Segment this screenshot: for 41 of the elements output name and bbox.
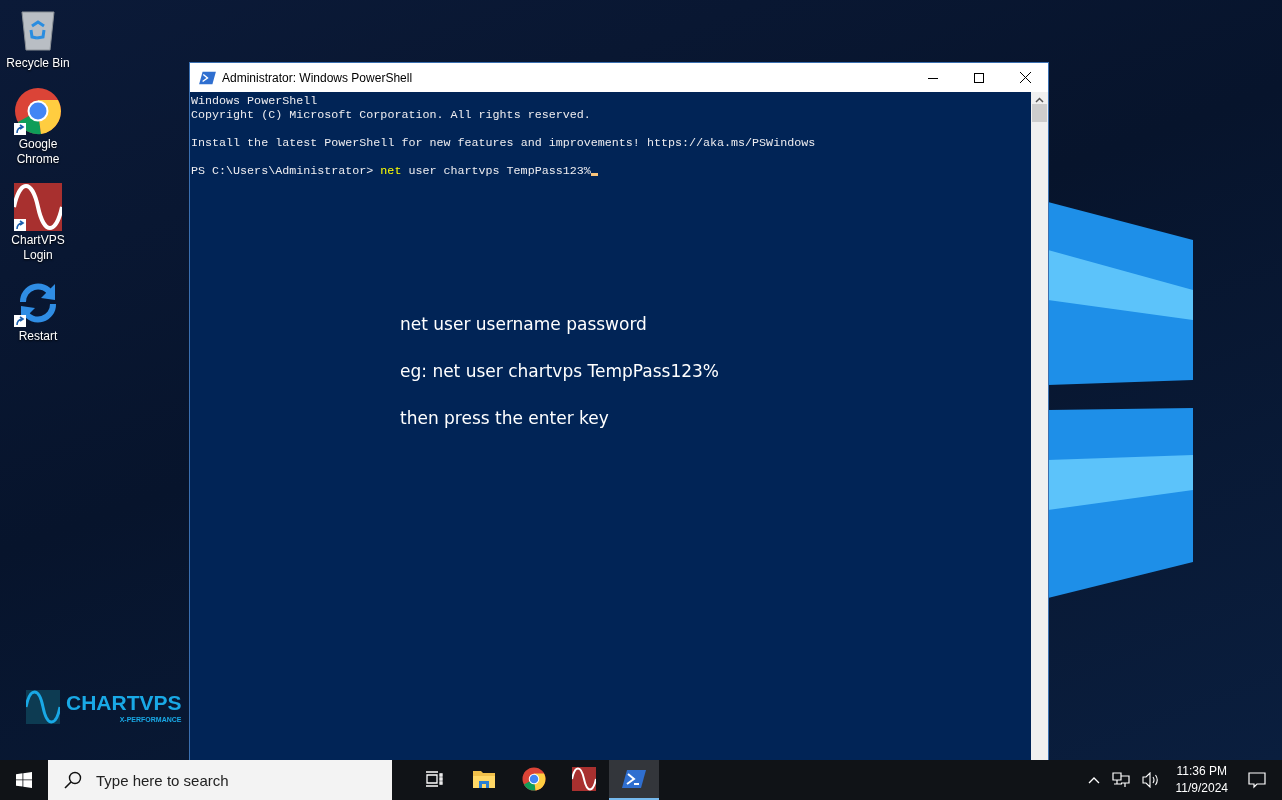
caret-up-icon (1087, 776, 1100, 784)
console-line: Install the latest PowerShell for new features and improvements! https://aka.ms/PSWindows (191, 136, 817, 150)
powershell-icon (622, 769, 646, 789)
sine-wave-icon (14, 183, 62, 231)
maximize-icon (974, 72, 984, 83)
scroll-thumb[interactable] (1032, 104, 1047, 122)
chrome-icon (522, 767, 546, 791)
task-view-icon (425, 771, 443, 787)
recycle-bin-icon (18, 8, 58, 52)
instruction-text: then press the enter key (400, 408, 610, 429)
console-line: Copyright (C) Microsoft Corporation. All rights reserved. (191, 108, 592, 122)
desktop-icon-label[interactable]: Restart (2, 329, 74, 344)
search-icon (64, 771, 82, 789)
scroll-up-icon[interactable] (1035, 97, 1044, 103)
windows-icon (16, 772, 32, 788)
speaker-icon (1141, 772, 1160, 788)
sine-wave-icon (572, 767, 596, 791)
folder-icon (472, 769, 496, 789)
speech-bubble-icon (1248, 771, 1266, 789)
desktop-icon-label[interactable]: Google Chrome (2, 137, 74, 167)
prompt-path: PS C:\Users\Administrator> (191, 164, 374, 178)
chrome-icon (14, 87, 62, 135)
console-line: Windows PowerShell (191, 94, 319, 108)
taskbar-app[interactable] (609, 760, 659, 800)
clock[interactable]: 11:36 PM 11/9/2024 (1165, 763, 1238, 797)
window-title: Administrator: Windows PowerShell (222, 70, 414, 85)
sine-wave-logo-icon (26, 690, 60, 724)
powershell-icon (199, 70, 216, 85)
desktop-icon-label[interactable]: Recycle Bin (2, 56, 74, 71)
close-icon (1019, 72, 1031, 83)
network-icon (1111, 772, 1130, 788)
scrollbar[interactable] (1031, 92, 1048, 760)
command-name: net (380, 164, 402, 178)
taskbar-search-bar[interactable]: Type here to search (48, 760, 392, 800)
search-field[interactable]: Type here to search (94, 770, 392, 790)
desktop-icon-label[interactable]: ChartVPS Login (2, 233, 74, 263)
command-arguments: user chartvps TempPass123% (408, 164, 591, 178)
instruction-text: eg: net user chartvps TempPass123% (400, 361, 720, 382)
text-cursor (590, 173, 598, 176)
instruction-text: net user username password (400, 314, 648, 335)
brand-name: CHARTVPS (66, 690, 182, 716)
